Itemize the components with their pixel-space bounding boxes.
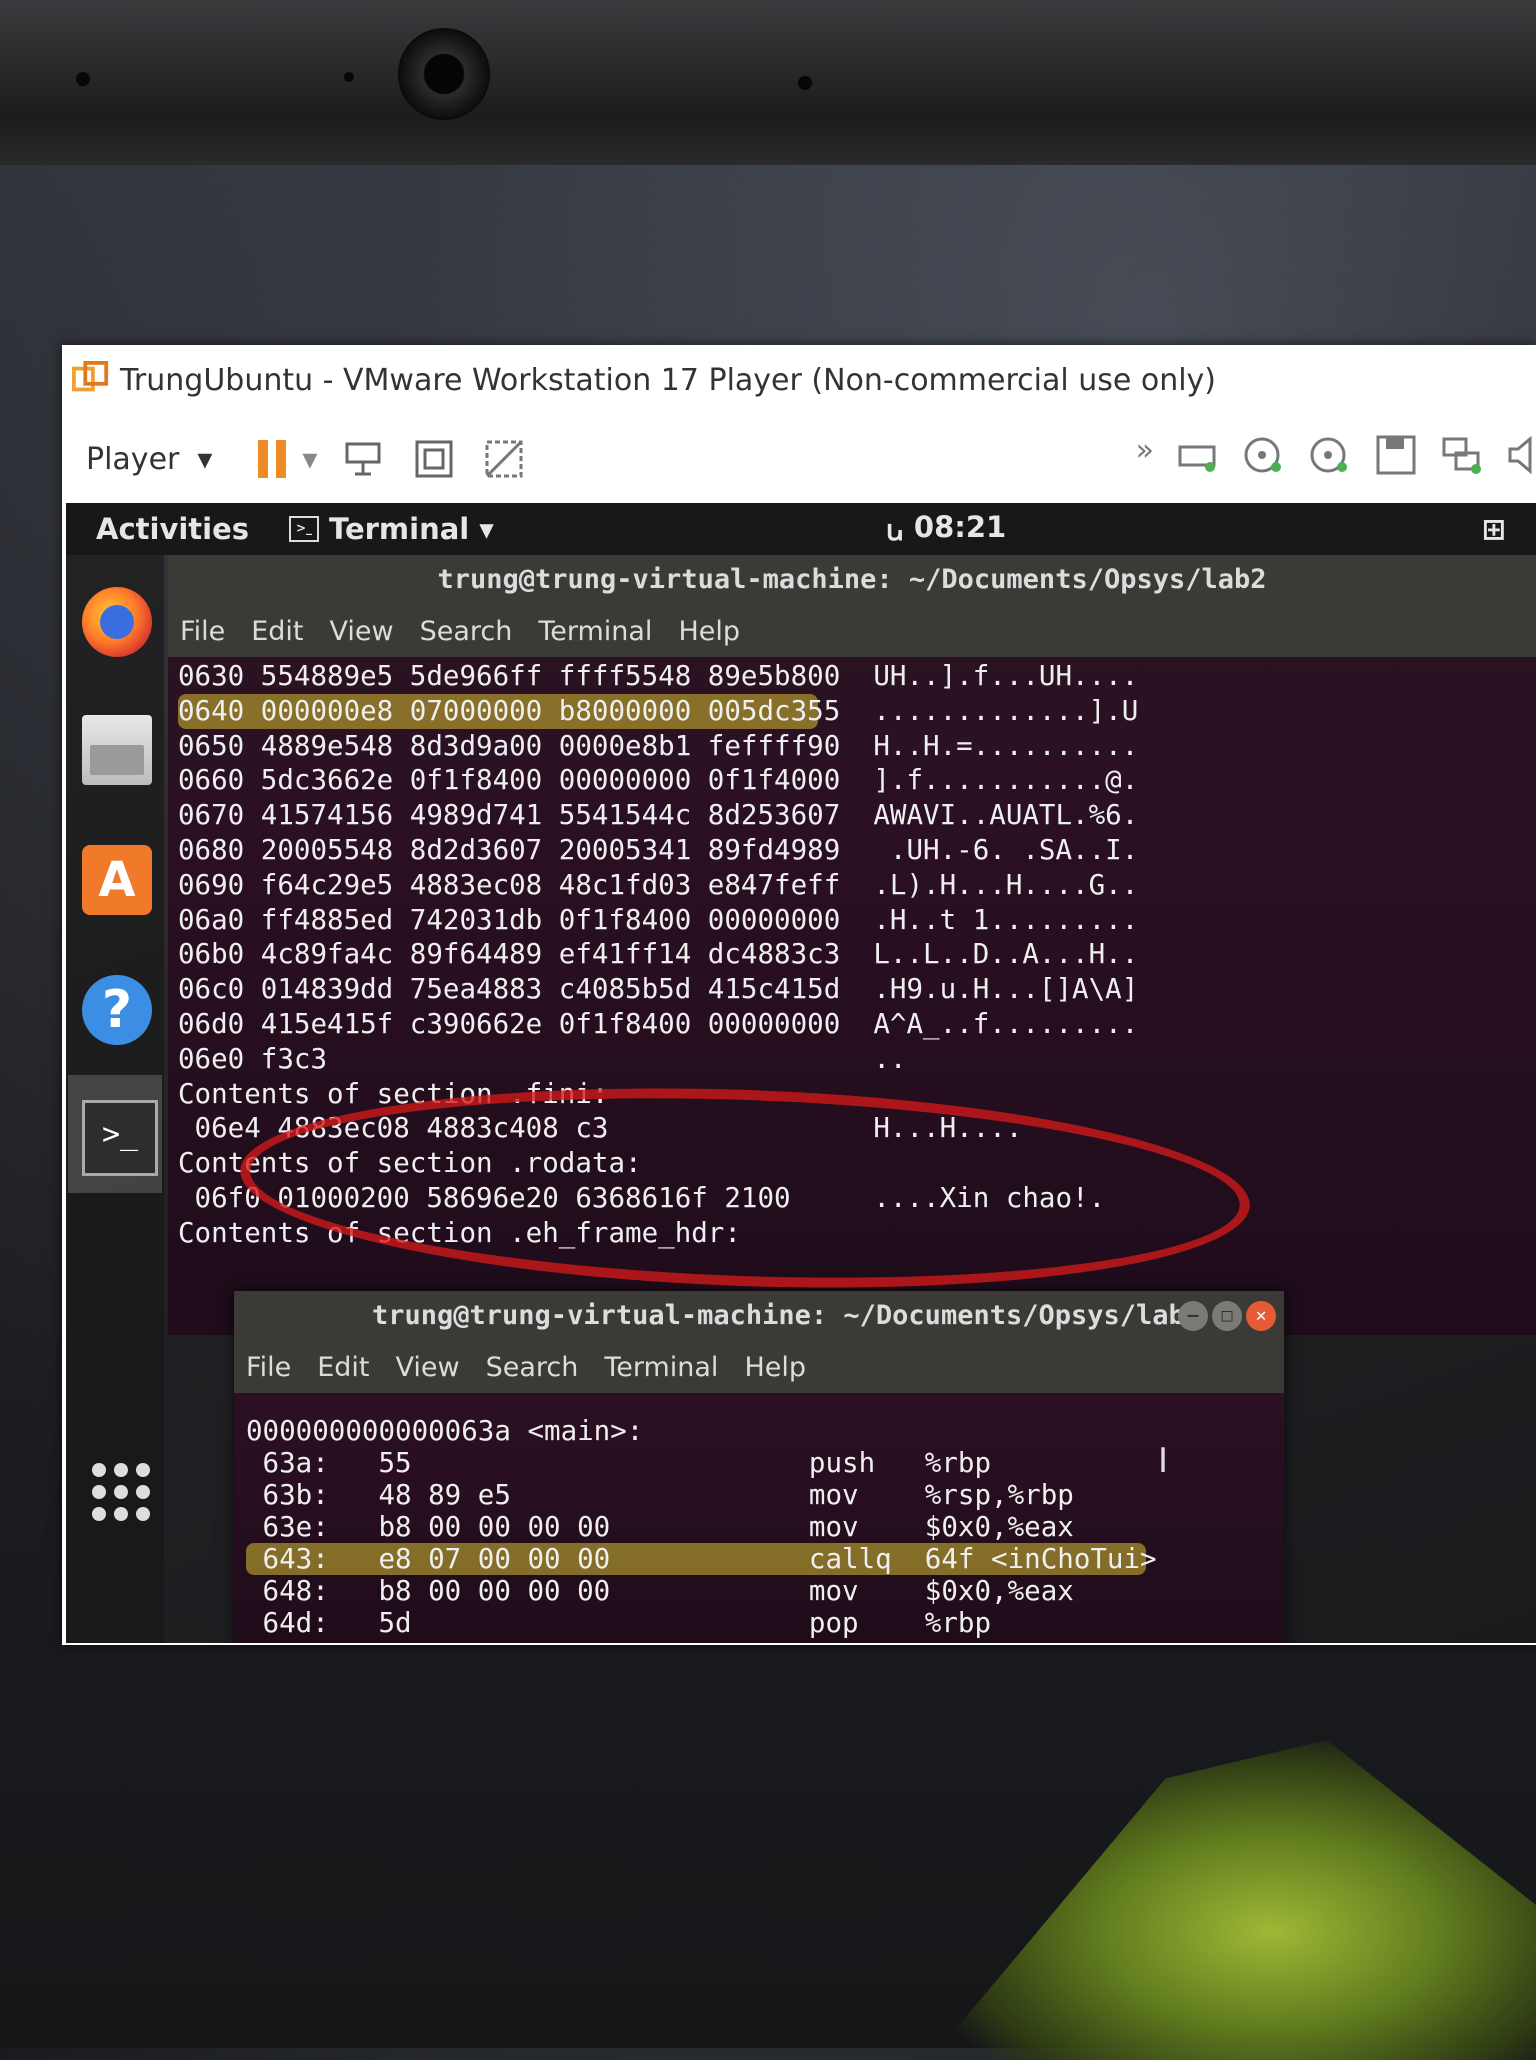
laptop-bezel (0, 0, 1536, 165)
window-controls: – □ ✕ (1178, 1301, 1276, 1331)
cd-icon[interactable] (1242, 433, 1286, 477)
menu-file[interactable]: File (246, 1352, 291, 1383)
terminal-icon: >_ (289, 516, 320, 542)
software-icon[interactable]: A (82, 845, 152, 915)
hexdump-line: 06e0 f3c3 .. (178, 1042, 907, 1075)
hexdump-line: 06b0 4c89fa4c 89f64489 ef41ff14 dc4883c3… (178, 938, 1139, 971)
device-icons: » (1136, 433, 1536, 477)
disasm-line: 64d: 5d pop %rbp (246, 1607, 992, 1639)
bezel-sensor-left (76, 72, 90, 86)
chevron-down-icon: ▾ (197, 441, 213, 477)
forward-icon[interactable]: » (1136, 433, 1154, 477)
menu-edit[interactable]: Edit (251, 616, 303, 647)
send-ctrl-alt-del-icon[interactable] (341, 436, 387, 482)
text-cursor-icon: I (1158, 1441, 1169, 1481)
ubuntu-desktop: Activities >_ Terminal ▾ ꭎ 08:21 ⊞ A ? >… (66, 503, 1536, 1643)
hexdump-line-highlighted: 0640 000000e8 07000000 b8000000 005dc355… (178, 693, 1139, 729)
clock-label: 08:21 (913, 509, 1007, 544)
bezel-sensor (344, 72, 354, 82)
hexdump-line: 0680 20005548 8d2d3607 20005341 89fd4989… (178, 833, 1139, 866)
menu-terminal[interactable]: Terminal (538, 616, 652, 647)
terminal1-title: trung@trung-virtual-machine: ~/Documents… (437, 564, 1267, 595)
pause-icon[interactable] (252, 436, 298, 482)
close-icon[interactable]: ✕ (1246, 1301, 1276, 1331)
terminal2-output[interactable]: 000000000000063a <main>: 63a: 55 push %r… (234, 1393, 1284, 1639)
menu-help[interactable]: Help (744, 1352, 806, 1383)
disasm-line: 648: b8 00 00 00 00 mov $0x0,%eax (246, 1575, 1074, 1607)
vmware-window: TrungUbuntu - VMware Workstation 17 Play… (62, 345, 1536, 1645)
help-icon[interactable]: ? (82, 975, 152, 1045)
disasm-line-highlighted: 643: e8 07 00 00 00 callq 64f <inChoTui> (246, 1543, 1157, 1575)
unity-icon[interactable] (481, 436, 527, 482)
cd-icon-2[interactable] (1308, 433, 1352, 477)
disasm-label: 000000000000063a <main>: (246, 1415, 644, 1447)
terminal1-titlebar: trung@trung-virtual-machine: ~/Documents… (168, 555, 1536, 605)
activities-button[interactable]: Activities (96, 512, 249, 546)
terminal2-menubar: File Edit View Search Terminal Help (234, 1341, 1284, 1393)
files-icon[interactable] (82, 715, 152, 785)
fullscreen-icon[interactable] (411, 436, 457, 482)
input-method-icon: ꭎ (886, 512, 904, 547)
minimize-icon[interactable]: – (1178, 1301, 1208, 1331)
terminal-icon[interactable]: >_ (82, 1100, 158, 1176)
menu-view[interactable]: View (329, 616, 393, 647)
player-menu-label: Player (86, 441, 180, 477)
pause-dropdown-icon[interactable]: ▾ (302, 442, 317, 477)
app-menu-label: Terminal (329, 512, 470, 546)
hexdump-line: 06a0 ff4885ed 742031db 0f1f8400 00000000… (178, 903, 1139, 936)
menu-view[interactable]: View (395, 1352, 459, 1383)
terminal1-menubar: File Edit View Search Terminal Help (168, 605, 1536, 657)
chevron-down-icon: ▾ (479, 512, 494, 546)
gnome-top-bar: Activities >_ Terminal ▾ ꭎ 08:21 ⊞ (66, 503, 1536, 555)
vmware-toolbar: Player ▾ ▾ » (62, 415, 1536, 503)
sound-icon[interactable] (1506, 433, 1536, 477)
apps-grid-icon[interactable] (82, 1455, 152, 1525)
terminal2-title: trung@trung-virtual-machine: ~/Documents… (372, 1300, 1202, 1331)
hexdump-line: 0650 4889e548 8d3d9a00 0000e8b1 feffff90… (178, 729, 1139, 762)
terminal-window-disassembly: trung@trung-virtual-machine: ~/Documents… (234, 1291, 1284, 1643)
maximize-icon[interactable]: □ (1212, 1301, 1242, 1331)
menu-file[interactable]: File (180, 616, 225, 647)
removable-device-icon[interactable] (1176, 433, 1220, 477)
vmware-titlebar: TrungUbuntu - VMware Workstation 17 Play… (62, 345, 1536, 415)
menu-search[interactable]: Search (420, 616, 513, 647)
hexdump-line: 0660 5dc3662e 0f1f8400 00000000 0f1f4000… (178, 764, 1139, 797)
menu-edit[interactable]: Edit (317, 1352, 369, 1383)
vmware-title: TrungUbuntu - VMware Workstation 17 Play… (120, 362, 1217, 398)
hexdump-line: 06c0 014839dd 75ea4883 c4085b5d 415c415d… (178, 973, 1139, 1006)
floppy-icon[interactable] (1374, 433, 1418, 477)
player-menu[interactable]: Player ▾ (86, 442, 212, 477)
hexdump-line: 0670 41574156 4989d741 5541544c 8d253607… (178, 799, 1139, 832)
menu-help[interactable]: Help (678, 616, 740, 647)
menu-terminal[interactable]: Terminal (604, 1352, 718, 1383)
menu-search[interactable]: Search (486, 1352, 579, 1383)
disasm-line: 63a: 55 push %rbp (246, 1447, 992, 1479)
network-icon[interactable] (1440, 433, 1484, 477)
terminal-app-menu[interactable]: >_ Terminal ▾ (289, 512, 494, 546)
firefox-icon[interactable] (82, 587, 152, 657)
webcam (398, 28, 490, 120)
terminal2-titlebar: trung@trung-virtual-machine: ~/Documents… (234, 1291, 1284, 1341)
network-status-icon[interactable]: ⊞ (1482, 512, 1506, 546)
bezel-sensor-right (798, 76, 812, 90)
hexdump-line: 06d0 415e415f c390662e 0f1f8400 00000000… (178, 1007, 1139, 1040)
clock[interactable]: ꭎ 08:21 (886, 510, 1006, 549)
ubuntu-dock: A ? >_ (66, 555, 164, 1643)
hexdump-line: 0630 554889e5 5de966ff ffff5548 89e5b800… (178, 660, 1139, 692)
hexdump-line: 0690 f64c29e5 4883ec08 48c1fd03 e847feff… (178, 868, 1139, 901)
vmware-logo-icon (72, 361, 109, 392)
disasm-line: 63b: 48 89 e5 mov %rsp,%rbp (246, 1479, 1074, 1511)
disasm-line: 63e: b8 00 00 00 00 mov $0x0,%eax (246, 1511, 1074, 1543)
